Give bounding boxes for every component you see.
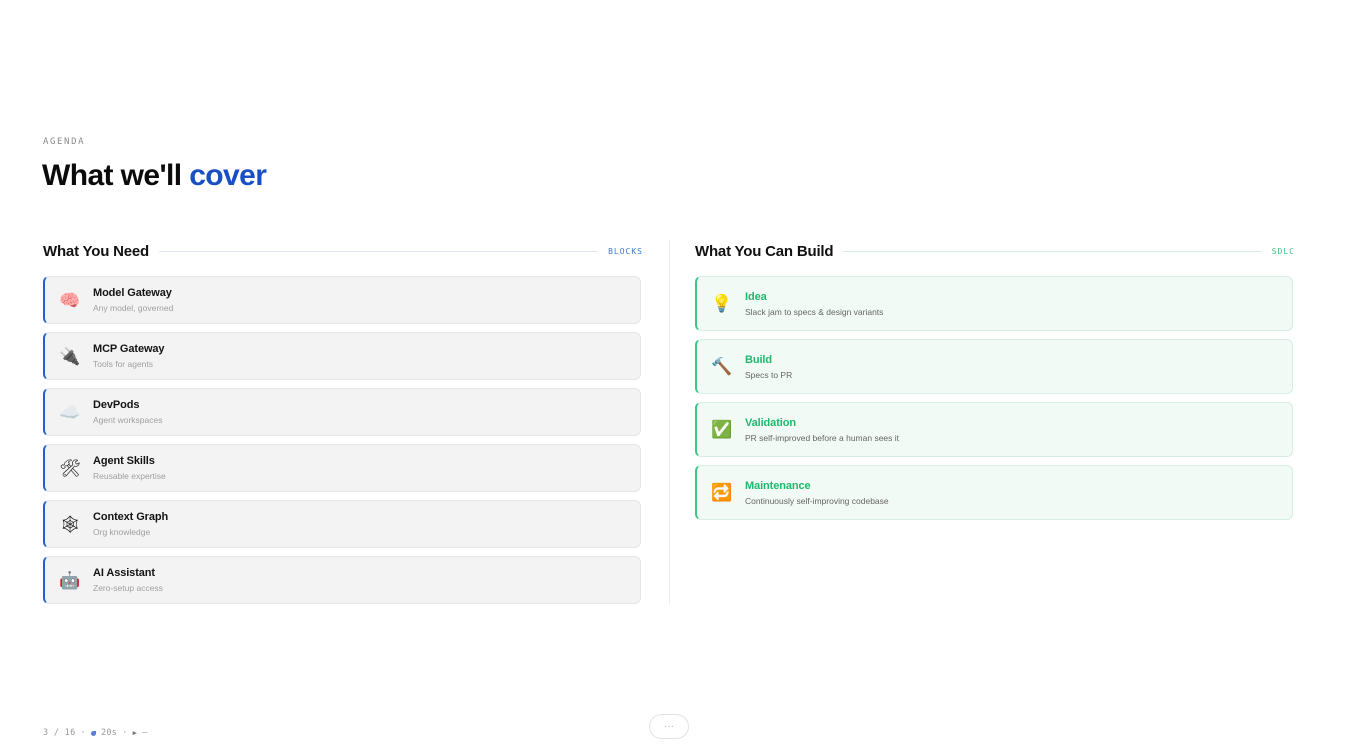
card-title: DevPods <box>93 399 140 411</box>
card-title: Maintenance <box>745 479 811 492</box>
card-build[interactable]: 🔨 Build Specs to PR <box>695 339 1293 394</box>
header-rule <box>159 250 599 252</box>
card-model-gateway[interactable]: 🧠 Model Gateway Any model, governed <box>43 276 641 324</box>
card-mcp-gateway[interactable]: 🔌 MCP Gateway Tools for agents <box>43 332 641 380</box>
play-icon[interactable]: ▶ <box>133 729 138 737</box>
slide-footer: 3 / 16 · 20s · ▶ — <box>43 728 148 738</box>
dash: — <box>142 728 148 738</box>
sdlc-tag: SDLC <box>1271 246 1295 256</box>
timer-icon <box>90 730 96 736</box>
card-subtitle: Slack jam to specs & design variants <box>745 306 884 317</box>
card-context-graph[interactable]: 🕸 Context Graph Org knowledge <box>43 500 641 548</box>
blocks-tag: BLOCKS <box>608 246 643 256</box>
card-title: Idea <box>745 290 767 303</box>
card-title: AI Assistant <box>93 567 155 579</box>
card-subtitle: Any model, governed <box>93 303 174 313</box>
card-subtitle: Reusable expertise <box>93 471 166 481</box>
cloud-icon: ☁️ <box>59 402 81 422</box>
card-title: Agent Skills <box>93 455 155 467</box>
separator: · <box>122 728 128 738</box>
card-subtitle: Specs to PR <box>745 369 793 380</box>
page-title: What we'll cover <box>42 159 267 193</box>
card-validation[interactable]: ✅ Validation PR self-improved before a hu… <box>695 402 1293 457</box>
card-subtitle: PR self-improved before a human sees it <box>745 432 900 443</box>
tools-icon: 🛠 <box>59 458 81 478</box>
more-options-button[interactable]: ··· <box>649 714 689 739</box>
robot-icon: 🤖 <box>59 570 81 590</box>
card-title: Model Gateway <box>93 287 172 299</box>
card-devpods[interactable]: ☁️ DevPods Agent workspaces <box>43 388 641 436</box>
hammer-icon: 🔨 <box>711 357 733 376</box>
web-icon: 🕸 <box>59 514 81 534</box>
card-subtitle: Agent workspaces <box>93 415 163 425</box>
card-subtitle: Zero-setup access <box>93 583 163 593</box>
card-agent-skills[interactable]: 🛠 Agent Skills Reusable expertise <box>43 444 641 492</box>
check-icon: ✅ <box>711 420 733 439</box>
timer-value: 20s <box>100 728 118 738</box>
what-you-need-heading: What You Need <box>43 242 150 260</box>
plug-icon: 🔌 <box>59 346 81 366</box>
title-main: What we'll <box>42 159 190 192</box>
separator: · <box>80 728 86 738</box>
what-you-can-build-column: What You Can Build SDLC 💡 Idea Slack jam … <box>695 241 1295 520</box>
column-divider <box>669 240 670 604</box>
section-eyebrow: AGENDA <box>43 137 86 147</box>
card-title: Build <box>745 353 772 366</box>
repeat-icon: 🔁 <box>711 483 733 502</box>
card-title: Context Graph <box>93 511 169 523</box>
card-subtitle: Org knowledge <box>93 527 151 537</box>
card-ai-assistant[interactable]: 🤖 AI Assistant Zero-setup access <box>43 556 641 604</box>
what-you-need-header: What You Need BLOCKS <box>43 241 643 261</box>
brain-icon: 🧠 <box>59 290 81 310</box>
card-title: MCP Gateway <box>93 343 165 355</box>
card-subtitle: Continuously self-improving codebase <box>745 495 889 506</box>
card-idea[interactable]: 💡 Idea Slack jam to specs & design varian… <box>695 276 1293 331</box>
title-accent: cover <box>189 159 267 192</box>
card-title: Validation <box>745 416 796 429</box>
header-rule <box>843 250 1262 252</box>
what-you-need-column: What You Need BLOCKS 🧠 Model Gateway Any … <box>43 241 643 604</box>
what-you-can-build-header: What You Can Build SDLC <box>695 241 1295 261</box>
page-counter: 3 / 16 <box>43 728 76 738</box>
card-subtitle: Tools for agents <box>93 359 154 369</box>
lightbulb-icon: 💡 <box>711 294 733 313</box>
what-you-can-build-heading: What You Can Build <box>695 242 834 260</box>
card-maintenance[interactable]: 🔁 Maintenance Continuously self-improving… <box>695 465 1293 520</box>
